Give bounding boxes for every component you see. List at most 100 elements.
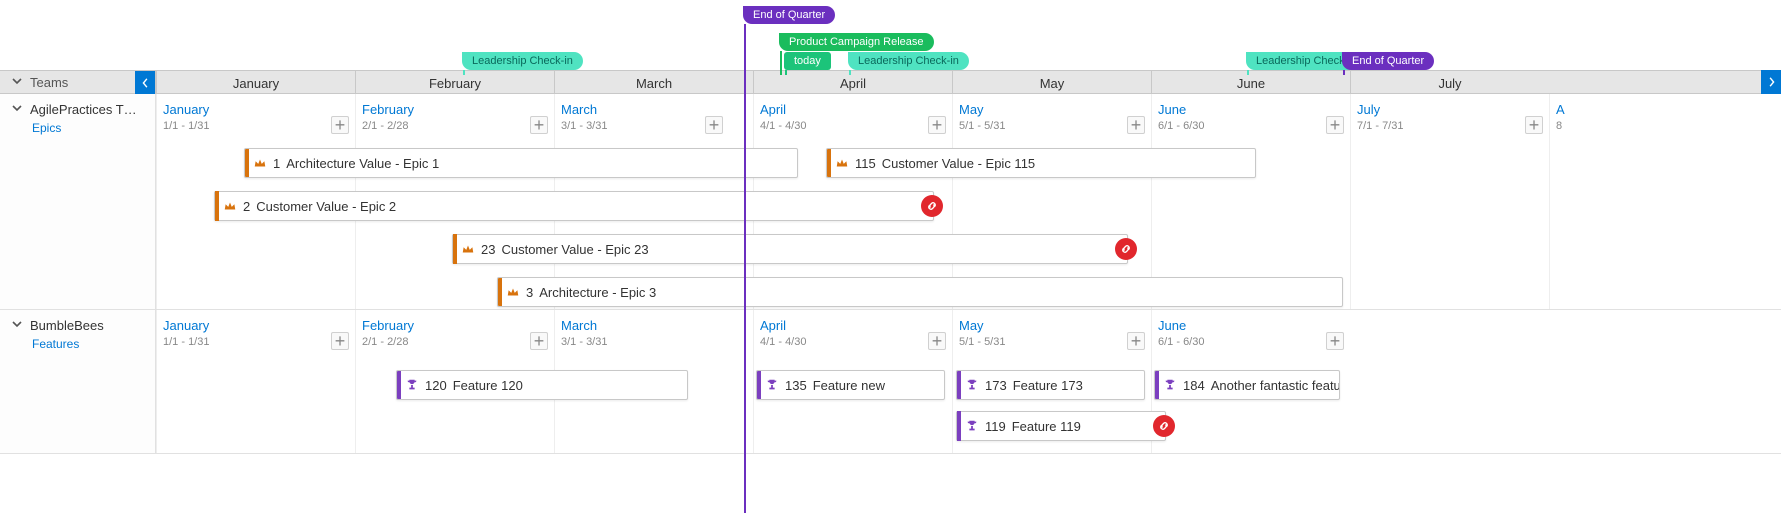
- sprint-label[interactable]: February: [362, 102, 414, 117]
- work-item-id: 119: [985, 419, 1006, 434]
- team-lane: BumbleBees Features January 1/1 - 1/31 + Febr…: [0, 310, 1781, 454]
- work-item-title: Architecture Value - Epic 1: [286, 156, 439, 171]
- team-lane-body: January 1/1 - 1/31 + February 2/1 - 2/28 + Mar…: [156, 94, 1781, 309]
- sprint-label[interactable]: May: [959, 102, 984, 117]
- add-item-button[interactable]: +: [1326, 116, 1344, 134]
- add-item-button[interactable]: +: [705, 116, 723, 134]
- add-item-button[interactable]: +: [1525, 116, 1543, 134]
- sprint-label[interactable]: February: [362, 318, 414, 333]
- teams-collapse-icon[interactable]: [12, 76, 22, 89]
- work-item-id: 184: [1183, 378, 1205, 393]
- backlog-level-label[interactable]: Features: [32, 337, 155, 351]
- feature-card[interactable]: 135Feature new: [756, 370, 945, 400]
- header-month-columns: JanuaryFebruaryMarchAprilMayJuneJuly: [156, 71, 1781, 93]
- timeline-header: Teams JanuaryFebruaryMarchAprilMayJuneJu…: [0, 70, 1781, 94]
- work-item-id: 3: [526, 285, 533, 300]
- work-item-id: 1: [273, 156, 280, 171]
- sprint-label[interactable]: January: [163, 318, 209, 333]
- nav-next-button[interactable]: [1761, 70, 1781, 94]
- add-item-button[interactable]: +: [530, 116, 548, 134]
- sprint-range: 1/1 - 1/31: [163, 120, 209, 132]
- sprint-range: 6/1 - 6/30: [1158, 120, 1204, 132]
- add-item-button[interactable]: +: [331, 116, 349, 134]
- crown-icon: [223, 199, 237, 213]
- team-collapse-icon[interactable]: [12, 319, 22, 332]
- epic-card[interactable]: 1 Architecture Value - Epic 1: [244, 148, 798, 178]
- dependency-link-icon[interactable]: [1115, 238, 1137, 260]
- sprint-label[interactable]: June: [1158, 102, 1186, 117]
- work-item-title: Feature new: [813, 378, 885, 393]
- epic-card[interactable]: 23Customer Value - Epic 23: [452, 234, 1128, 264]
- dependency-link-icon[interactable]: [921, 195, 943, 217]
- crown-icon: [506, 285, 520, 299]
- work-item-title: Feature 173: [1013, 378, 1083, 393]
- header-month: March: [554, 71, 753, 93]
- sprint-label[interactable]: April: [760, 318, 786, 333]
- header-month: February: [355, 71, 554, 93]
- marker-check[interactable]: Leadership Check-in: [848, 52, 969, 70]
- marker-today[interactable]: today: [784, 52, 831, 70]
- sprint-range: 2/1 - 2/28: [362, 120, 408, 132]
- work-item-title: Feature 120: [453, 378, 523, 393]
- sprint-label[interactable]: May: [959, 318, 984, 333]
- header-month: April: [753, 71, 952, 93]
- add-item-button[interactable]: +: [928, 332, 946, 350]
- feature-card[interactable]: 120 Feature 120: [396, 370, 688, 400]
- work-item-title: Architecture - Epic 3: [539, 285, 656, 300]
- work-item-id: 120: [425, 378, 447, 393]
- epic-card[interactable]: 2Customer Value - Epic 2: [214, 191, 934, 221]
- add-item-button[interactable]: +: [1326, 332, 1344, 350]
- sprint-label[interactable]: A: [1556, 102, 1565, 117]
- epic-card[interactable]: 115Customer Value - Epic 115: [826, 148, 1256, 178]
- sprint-label[interactable]: April: [760, 102, 786, 117]
- crown-icon: [461, 242, 475, 256]
- feature-card[interactable]: 173 Feature 173: [956, 370, 1145, 400]
- trophy-icon: [1163, 378, 1177, 392]
- sprint-range: 5/1 - 5/31: [959, 336, 1005, 348]
- sprint-range: 4/1 - 4/30: [760, 120, 806, 132]
- feature-card[interactable]: 184 Another fantastic feature: [1154, 370, 1340, 400]
- team-name: AgilePractices T…: [30, 102, 137, 117]
- header-month: January: [156, 71, 355, 93]
- sprint-range: 4/1 - 4/30: [760, 336, 806, 348]
- sprint-label[interactable]: July: [1357, 102, 1380, 117]
- crown-icon: [835, 156, 849, 170]
- work-item-title: Another fantastic feature: [1211, 378, 1340, 393]
- team-lane-sidebar: AgilePractices T… Epics: [0, 94, 156, 309]
- sprint-column: January 1/1 - 1/31 +: [156, 310, 355, 453]
- trophy-icon: [765, 378, 779, 392]
- dependency-link-icon[interactable]: [1153, 415, 1175, 437]
- add-item-button[interactable]: +: [331, 332, 349, 350]
- sprint-range: 7/1 - 7/31: [1357, 120, 1403, 132]
- marker-eoq[interactable]: End of Quarter: [1342, 52, 1434, 70]
- feature-card[interactable]: 119 Feature 119: [956, 411, 1166, 441]
- marker-check[interactable]: Leadership Check-in: [462, 52, 583, 70]
- marker-eoq[interactable]: End of Quarter: [743, 6, 835, 24]
- sprint-label[interactable]: January: [163, 102, 209, 117]
- team-lane-sidebar: BumbleBees Features: [0, 310, 156, 453]
- sprint-range: 5/1 - 5/31: [959, 120, 1005, 132]
- team-collapse-icon[interactable]: [12, 103, 22, 116]
- add-item-button[interactable]: +: [1127, 116, 1145, 134]
- work-item-title: Feature 119: [1012, 419, 1081, 434]
- sprint-label[interactable]: June: [1158, 318, 1186, 333]
- add-item-button[interactable]: +: [530, 332, 548, 350]
- epic-card[interactable]: 3 Architecture - Epic 3: [497, 277, 1343, 307]
- work-item-id: 115: [855, 156, 876, 171]
- work-item-id: 23: [481, 242, 495, 257]
- nav-prev-button[interactable]: [135, 71, 155, 95]
- add-item-button[interactable]: +: [1127, 332, 1145, 350]
- sprint-range: 1/1 - 1/31: [163, 336, 209, 348]
- backlog-level-label[interactable]: Epics: [32, 121, 155, 135]
- add-item-button[interactable]: +: [928, 116, 946, 134]
- swimlane-container: AgilePractices T… Epics January 1/1 - 1/31 +…: [0, 94, 1781, 454]
- sprint-label[interactable]: March: [561, 102, 597, 117]
- sprint-range: 2/1 - 2/28: [362, 336, 408, 348]
- sprint-column: A8: [1549, 94, 1609, 309]
- marker-camp[interactable]: Product Campaign Release: [779, 33, 934, 51]
- trophy-icon: [965, 419, 979, 433]
- sprint-range: 3/1 - 3/31: [561, 120, 607, 132]
- sprint-label[interactable]: March: [561, 318, 597, 333]
- work-item-id: 173: [985, 378, 1007, 393]
- team-name: BumbleBees: [30, 318, 104, 333]
